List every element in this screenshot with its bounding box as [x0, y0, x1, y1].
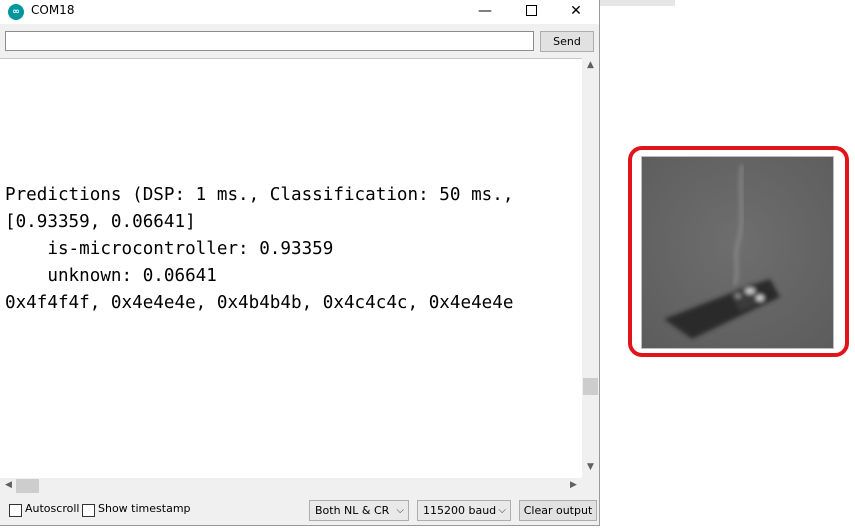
- serial-input[interactable]: [5, 31, 534, 51]
- vertical-scrollbar[interactable]: ▲ ▼: [582, 58, 599, 478]
- scroll-down-icon[interactable]: ▼: [582, 462, 599, 472]
- output-line: Predictions (DSP: 1 ms., Classification:…: [5, 185, 514, 205]
- timestamp-label[interactable]: Show timestamp: [98, 502, 191, 515]
- close-icon: ✕: [570, 3, 582, 19]
- close-button[interactable]: ✕: [553, 0, 599, 24]
- scroll-right-icon[interactable]: ▶: [565, 480, 582, 490]
- minimize-icon: —: [478, 3, 492, 19]
- microcontroller-photo-icon: [642, 157, 833, 348]
- scroll-up-icon[interactable]: ▲: [582, 60, 599, 70]
- serial-monitor-window: ∞ COM18 — ✕ Send Predictions (DSP: 1 ms.…: [0, 0, 600, 526]
- chevron-down-icon: ⌵: [498, 505, 506, 516]
- line-ending-select[interactable]: Both NL & CR ⌵: [309, 500, 409, 521]
- title-bar[interactable]: ∞ COM18 — ✕: [0, 0, 599, 24]
- chevron-down-icon: ⌵: [396, 505, 404, 516]
- output-line: unknown: 0.06641: [5, 266, 217, 286]
- status-bar: Autoscroll Show timestamp Both NL & CR ⌵…: [0, 494, 599, 525]
- scrollbar-corner: [582, 478, 599, 494]
- background-window-edge: [600, 0, 675, 6]
- horizontal-scroll-thumb[interactable]: [16, 479, 39, 493]
- window-title: COM18: [31, 3, 75, 17]
- autoscroll-checkbox[interactable]: [9, 504, 22, 517]
- vertical-scroll-thumb[interactable]: [583, 378, 598, 395]
- send-button[interactable]: Send: [540, 31, 594, 52]
- output-line: is-microcontroller: 0.93359: [5, 239, 334, 259]
- maximize-icon: [525, 4, 537, 16]
- minimize-button[interactable]: —: [462, 0, 508, 24]
- output-line: [0.93359, 0.06641]: [5, 212, 196, 232]
- timestamp-checkbox[interactable]: [82, 504, 95, 517]
- baud-rate-value: 115200 baud: [423, 504, 497, 517]
- camera-snapshot: [641, 156, 834, 349]
- autoscroll-label[interactable]: Autoscroll: [25, 502, 79, 515]
- baud-rate-select[interactable]: 115200 baud ⌵: [417, 500, 511, 521]
- output-line: 0x4f4f4f, 0x4e4e4e, 0x4b4b4b, 0x4c4c4c, …: [5, 293, 514, 313]
- send-bar: Send: [0, 24, 599, 58]
- serial-output[interactable]: Predictions (DSP: 1 ms., Classification:…: [0, 58, 582, 479]
- maximize-button[interactable]: [508, 0, 554, 24]
- arduino-icon: ∞: [8, 4, 24, 20]
- clear-output-button[interactable]: Clear output: [519, 500, 597, 521]
- horizontal-scrollbar[interactable]: ◀ ▶: [0, 478, 582, 494]
- scroll-left-icon[interactable]: ◀: [0, 480, 17, 490]
- line-ending-value: Both NL & CR: [315, 504, 390, 517]
